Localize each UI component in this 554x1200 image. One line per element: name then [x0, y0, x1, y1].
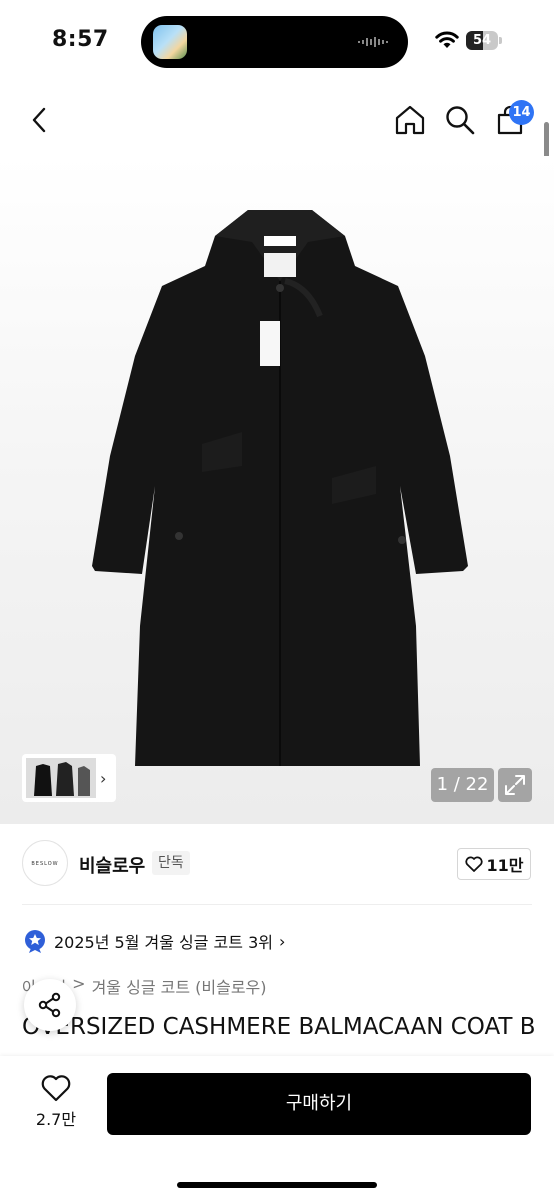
- status-bar: 8:57 54: [0, 0, 554, 84]
- ranking-text: 2025년 5월 겨울 싱글 코트 3위: [54, 933, 273, 952]
- share-icon: [38, 992, 61, 1018]
- expand-image-button[interactable]: [498, 768, 532, 802]
- audio-wave-icon: [358, 37, 388, 47]
- top-nav: [0, 84, 554, 156]
- expand-icon: [505, 775, 525, 795]
- brand-logo[interactable]: BESLOW: [22, 840, 68, 886]
- wishlist-count: 2.7만: [35, 1110, 77, 1129]
- chevron-left-icon: [32, 107, 46, 133]
- ranking-badge-icon: [25, 930, 45, 953]
- search-button[interactable]: [442, 102, 478, 138]
- divider: [22, 904, 532, 905]
- status-time: 8:57: [52, 27, 109, 52]
- brand-name[interactable]: 비슬로우: [79, 852, 145, 878]
- heart-icon: [464, 856, 483, 872]
- search-icon: [446, 106, 475, 135]
- back-button[interactable]: [22, 102, 58, 138]
- brand-row: BESLOW 비슬로우 단독 11만: [22, 840, 532, 888]
- brand-like-button[interactable]: 11만: [457, 848, 531, 880]
- home-indicator[interactable]: [177, 1182, 377, 1188]
- battery-icon: 54: [466, 31, 502, 50]
- breadcrumb-category[interactable]: 겨울 싱글 코트 (비슬로우): [92, 974, 267, 998]
- ranking-link[interactable]: 2025년 5월 겨울 싱글 코트 3위 ›: [24, 928, 285, 954]
- heart-icon: [41, 1075, 71, 1102]
- dynamic-island: [141, 16, 408, 68]
- share-button[interactable]: [24, 979, 76, 1031]
- buy-button[interactable]: 구매하기: [107, 1073, 531, 1135]
- coat-product-image: [92, 210, 468, 766]
- home-button[interactable]: [392, 102, 428, 138]
- wishlist-button[interactable]: 2.7만: [22, 1074, 90, 1134]
- home-icon: [395, 105, 425, 135]
- thumbnail-coat-image: [26, 758, 96, 798]
- thumbnail-image[interactable]: [26, 758, 96, 798]
- product-title: OVERSIZED CASHMERE BALMACAAN COAT BLACK: [22, 1014, 537, 1040]
- product-image-gallery[interactable]: › 1 / 22: [0, 156, 554, 824]
- battery-percentage: 54: [472, 33, 492, 48]
- wifi-icon: [435, 31, 459, 48]
- cart-count-badge: 14: [509, 100, 534, 125]
- chevron-right-icon: ›: [100, 768, 107, 788]
- now-playing-artwork-icon: [153, 25, 187, 59]
- chevron-right-icon: ›: [279, 931, 286, 951]
- breadcrumb-separator: >: [72, 974, 86, 993]
- brand-like-count: 11만: [486, 856, 524, 875]
- thumbnail-strip[interactable]: ›: [22, 754, 116, 802]
- bottom-action-bar: 2.7만 구매하기: [0, 1056, 554, 1200]
- image-page-counter: 1 / 22: [431, 768, 494, 802]
- exclusive-badge: 단독: [152, 851, 190, 875]
